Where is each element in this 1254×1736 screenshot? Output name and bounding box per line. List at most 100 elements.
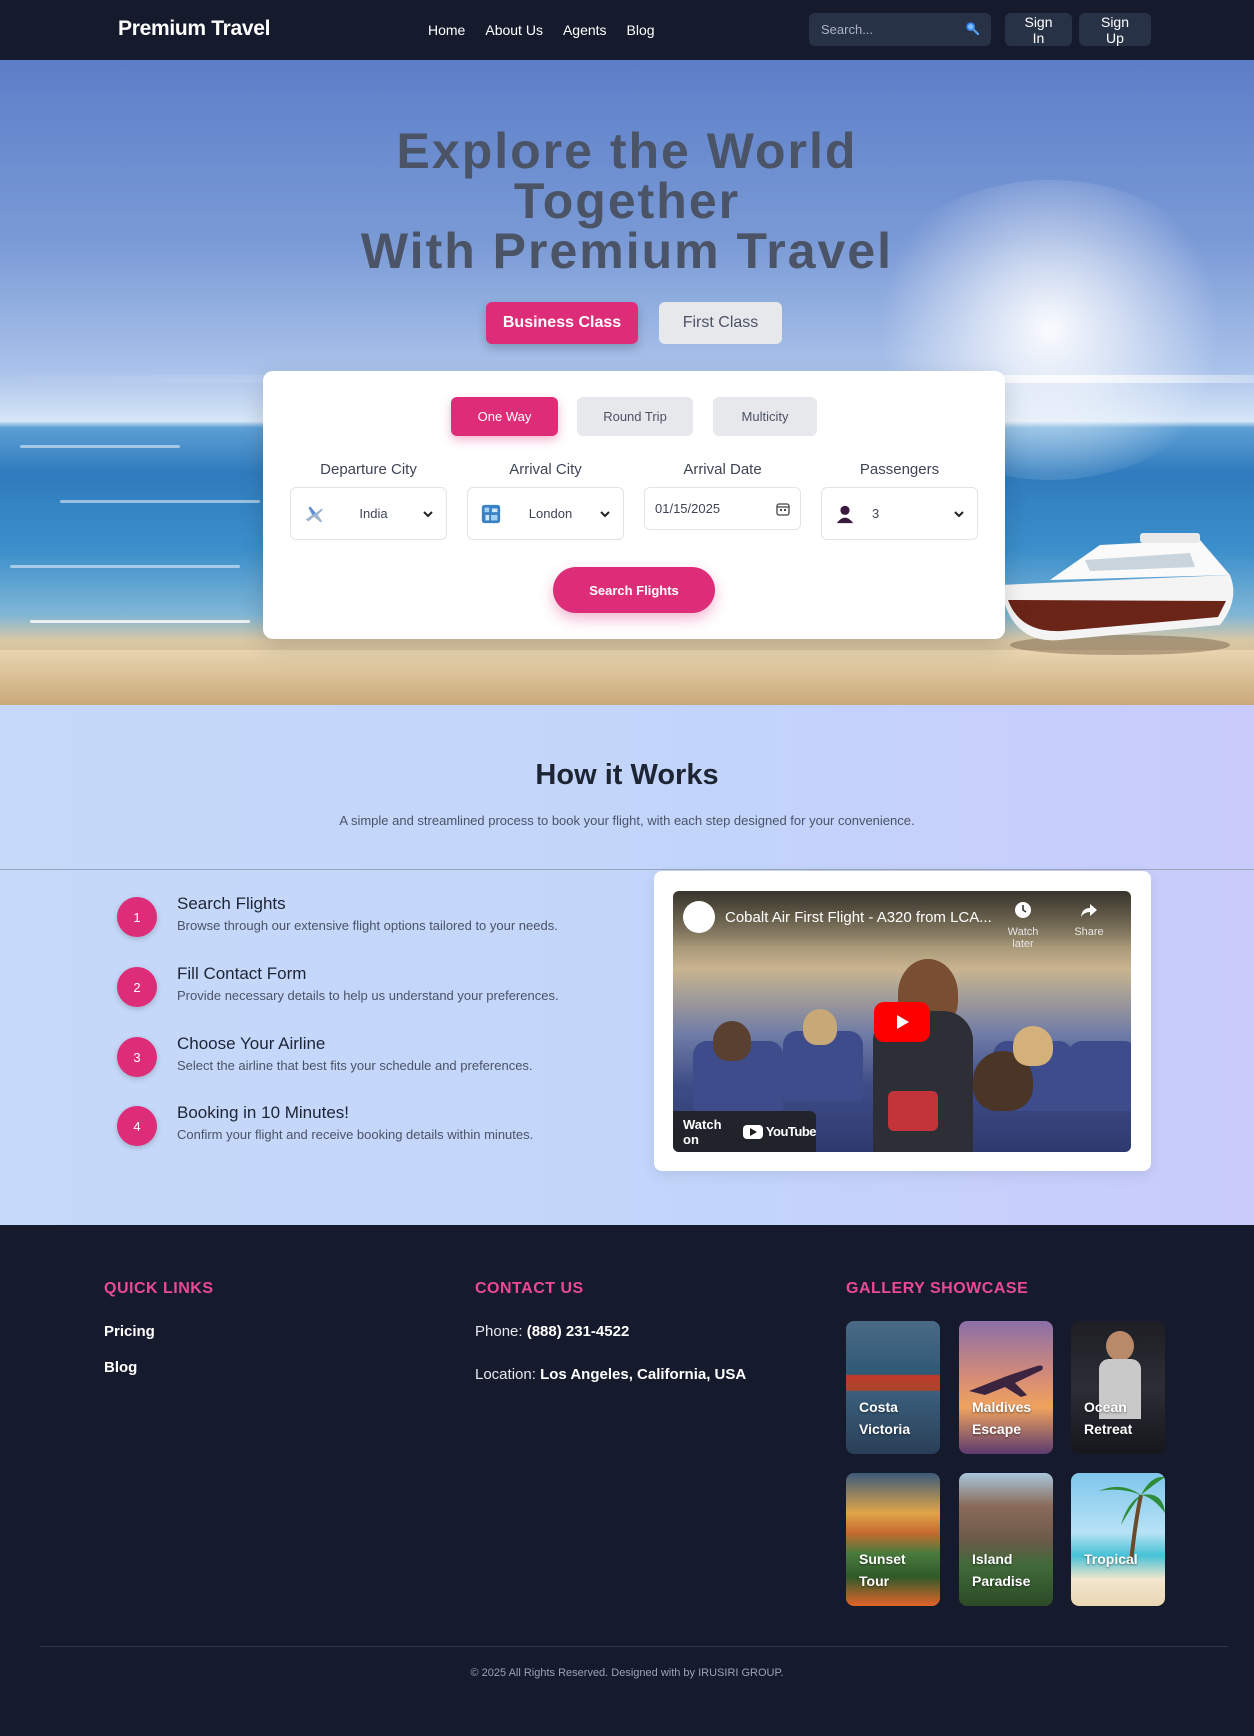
search-flights-button[interactable]: Search Flights <box>553 567 715 613</box>
business-class-button[interactable]: Business Class <box>486 302 638 344</box>
gallery-item[interactable]: Tropical <box>1071 1473 1165 1606</box>
phone-value[interactable]: (888) 231-4522 <box>527 1323 630 1340</box>
chevron-down-icon <box>954 510 964 517</box>
person-figure <box>1106 1331 1134 1361</box>
step-item: 1 Search Flights Browse through our exte… <box>117 894 617 947</box>
share-button[interactable]: Share <box>1064 901 1114 938</box>
nav-link-about[interactable]: About Us <box>485 22 543 38</box>
departure-select[interactable]: India <box>290 487 447 540</box>
watch-on-youtube-button[interactable]: Watch on YouTube <box>673 1111 817 1152</box>
nav-link-blog[interactable]: Blog <box>627 22 655 38</box>
play-icon <box>897 1015 909 1029</box>
booking-card: One Way Round Trip Multicity Departure C… <box>263 371 1005 639</box>
arrival-value: London <box>528 506 573 521</box>
video-title[interactable]: Cobalt Air First Flight - A320 from LCA.… <box>725 909 992 926</box>
section-title: How it Works <box>535 759 719 791</box>
step-title: Search Flights <box>177 894 286 913</box>
hero-title-line: Explore the World <box>396 123 858 179</box>
hero-title-line: With Premium Travel <box>360 223 894 279</box>
contact-phone: Phone: (888) 231-4522 <box>475 1323 629 1340</box>
wave <box>20 445 180 448</box>
calendar-icon[interactable] <box>776 502 790 516</box>
sign-in-button[interactable]: Sign In <box>1005 13 1072 46</box>
location-value: Los Angeles, California, USA <box>540 1366 747 1383</box>
contact-location: Location: Los Angeles, California, USA <box>475 1366 746 1383</box>
gallery-item[interactable]: Ocean Retreat <box>1071 1321 1165 1454</box>
beach-sand <box>0 650 1254 705</box>
play-button[interactable] <box>874 1002 930 1042</box>
footer-link-pricing[interactable]: Pricing <box>104 1323 155 1340</box>
serving-tray <box>888 1091 938 1131</box>
how-it-works-section: How it Works A simple and streamlined pr… <box>0 705 1254 1225</box>
top-navbar: Premium Travel Home About Us Agents Blog… <box>0 0 1254 60</box>
watch-later-label: Watch later <box>1007 926 1039 950</box>
hero-title-line: Together <box>513 173 741 229</box>
arrival-date-label: Arrival Date <box>683 461 762 478</box>
location-label: Location: <box>475 1366 536 1383</box>
step-title: Fill Contact Form <box>177 964 307 983</box>
footer-link-blog[interactable]: Blog <box>104 1359 137 1376</box>
step-description: Browse through our extensive flight opti… <box>177 918 558 933</box>
gallery-item[interactable]: Maldives Escape <box>959 1321 1053 1454</box>
arrival-label: Arrival City <box>509 461 582 478</box>
youtube-logo: YouTube <box>742 1124 817 1139</box>
step-number: 1 <box>117 897 157 937</box>
video-card: Cobalt Air First Flight - A320 from LCA.… <box>654 871 1151 1171</box>
seat <box>1068 1041 1131 1111</box>
wave <box>10 565 240 568</box>
footer: QUICK LINKS Pricing Blog CONTACT US Phon… <box>0 1225 1254 1736</box>
arrival-select[interactable]: London <box>467 487 624 540</box>
brand-logo[interactable]: Premium Travel <box>118 17 271 41</box>
passengers-select[interactable]: 3 <box>821 487 978 540</box>
watch-on-label: Watch on <box>683 1116 722 1147</box>
contact-heading: CONTACT US <box>475 1280 584 1297</box>
copyright: © 2025 All Rights Reserved. Designed wit… <box>470 1667 784 1679</box>
gallery-item-title: Sunset Tour <box>859 1551 906 1589</box>
step-number: 3 <box>117 1037 157 1077</box>
clock-icon <box>1015 902 1031 918</box>
step-item: 4 Booking in 10 Minutes! Confirm your fl… <box>117 1103 617 1156</box>
passengers-label: Passengers <box>859 461 940 478</box>
phone-label: Phone: <box>475 1323 523 1340</box>
step-title: Choose Your Airline <box>177 1034 326 1053</box>
gallery-item[interactable]: Island Paradise <box>959 1473 1053 1606</box>
passenger-head <box>1013 1026 1053 1066</box>
arrival-date-input[interactable]: 01/15/2025 <box>644 487 801 530</box>
gallery-item-title: Ocean Retreat <box>1084 1399 1133 1437</box>
footer-divider <box>40 1646 1228 1647</box>
step-description: Provide necessary details to help us und… <box>177 988 559 1003</box>
first-class-button[interactable]: First Class <box>659 302 782 344</box>
user-icon <box>836 505 854 523</box>
quick-links-heading: QUICK LINKS <box>104 1280 214 1297</box>
departure-label: Departure City <box>320 461 417 478</box>
nav-link-home[interactable]: Home <box>428 22 465 38</box>
chevron-down-icon <box>600 510 610 517</box>
tab-one-way[interactable]: One Way <box>451 397 558 436</box>
gallery-item-title: Island Paradise <box>972 1551 1031 1589</box>
channel-logo[interactable] <box>683 901 715 933</box>
nav-link-agents[interactable]: Agents <box>563 22 607 38</box>
step-number: 4 <box>117 1106 157 1146</box>
search-icon[interactable] <box>965 21 979 35</box>
passengers-value: 3 <box>872 506 880 521</box>
youtube-wordmark: YouTube <box>765 1124 817 1139</box>
airplane-icon <box>305 506 323 522</box>
sign-up-button[interactable]: Sign Up <box>1079 13 1151 46</box>
youtube-icon <box>742 1124 763 1139</box>
nav-links: Home About Us Agents Blog <box>428 22 655 38</box>
step-description: Confirm your flight and receive booking … <box>177 1127 534 1142</box>
step-item: 2 Fill Contact Form Provide necessary de… <box>117 964 617 1017</box>
gallery-heading: GALLERY SHOWCASE <box>846 1280 1029 1297</box>
gallery-item[interactable]: Sunset Tour <box>846 1473 940 1606</box>
search-input[interactable] <box>821 22 961 37</box>
tab-multicity[interactable]: Multicity <box>713 397 817 436</box>
tab-round-trip[interactable]: Round Trip <box>577 397 693 436</box>
gallery-item[interactable]: Costa Victoria <box>846 1321 940 1454</box>
watch-later-button[interactable]: Watch later <box>998 901 1048 950</box>
arrival-date-value: 01/15/2025 <box>655 501 721 516</box>
youtube-embed[interactable]: Cobalt Air First Flight - A320 from LCA.… <box>673 891 1131 1152</box>
airplane-icon <box>969 1365 1043 1397</box>
gallery-item-title: Costa Victoria <box>859 1399 911 1437</box>
city-map-icon <box>481 504 501 523</box>
gallery-item-title: Maldives Escape <box>972 1399 1032 1437</box>
